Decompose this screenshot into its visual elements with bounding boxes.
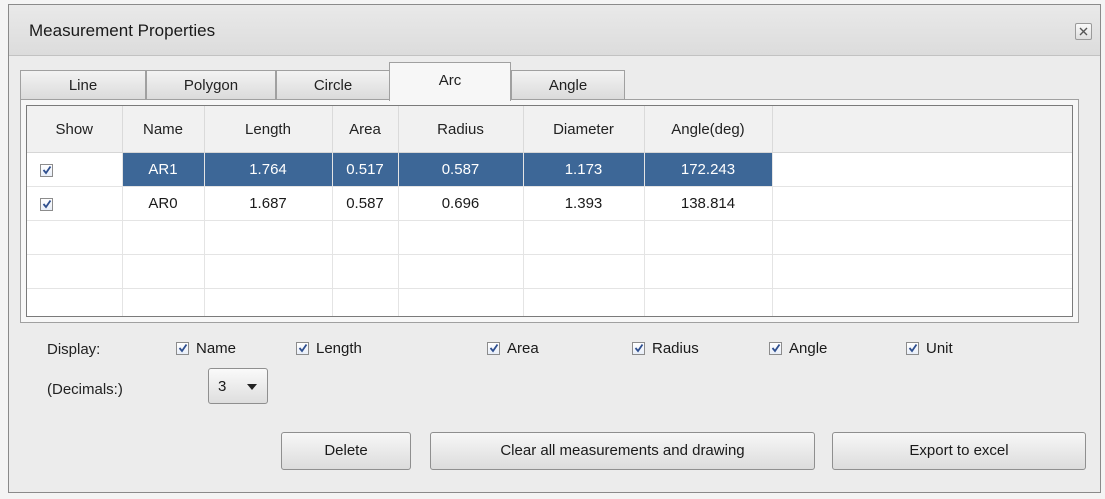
display-radius-checkbox[interactable] — [632, 342, 645, 355]
cell-radius: 0.696 — [398, 186, 524, 221]
empty-row — [27, 254, 1072, 289]
show-cell — [27, 152, 123, 187]
checkmark-icon — [908, 343, 918, 353]
cell-length: 1.687 — [204, 186, 333, 221]
tab-circle[interactable]: Circle — [276, 70, 390, 100]
delete-button[interactable]: Delete — [281, 432, 411, 470]
display-unit-option[interactable]: Unit — [906, 340, 953, 357]
cell-angle: 138.814 — [644, 186, 773, 221]
title-bar: Measurement Properties — [9, 5, 1100, 56]
cell-radius: 0.587 — [397, 152, 524, 187]
display-length-checkbox[interactable] — [296, 342, 309, 355]
table-header-row: Show Name Length Area Radius Diameter An… — [27, 106, 1072, 153]
display-area-label: Area — [507, 340, 539, 357]
decimals-label: (Decimals:) — [47, 381, 123, 398]
column-header-show[interactable]: Show — [27, 106, 123, 153]
tab-line[interactable]: Line — [20, 70, 146, 100]
cell-diameter: 1.393 — [523, 186, 645, 221]
tab-angle[interactable]: Angle — [511, 70, 625, 100]
empty-row — [27, 220, 1072, 255]
close-button[interactable] — [1075, 23, 1092, 40]
cell-angle: 172.243 — [643, 152, 773, 187]
column-header-angle[interactable]: Angle(deg) — [644, 106, 773, 153]
column-header-name[interactable]: Name — [122, 106, 205, 153]
table-row[interactable]: AR0 1.687 0.587 0.696 1.393 138.814 — [27, 186, 1072, 221]
checkmark-icon — [42, 199, 52, 209]
display-name-option[interactable]: Name — [176, 340, 236, 357]
close-icon — [1079, 27, 1088, 36]
display-name-checkbox[interactable] — [176, 342, 189, 355]
export-to-excel-button[interactable]: Export to excel — [832, 432, 1086, 470]
cell-diameter: 1.173 — [522, 152, 645, 187]
tab-arc[interactable]: Arc — [389, 62, 511, 101]
display-length-option[interactable]: Length — [296, 340, 362, 357]
table-row[interactable]: AR1 1.764 0.517 0.587 1.173 172.243 — [27, 152, 1072, 187]
cell-area: 0.517 — [331, 152, 399, 187]
decimals-select[interactable]: 3 — [208, 368, 268, 404]
checkmark-icon — [298, 343, 308, 353]
cell-name: AR0 — [122, 186, 205, 221]
display-area-option[interactable]: Area — [487, 340, 539, 357]
display-unit-checkbox[interactable] — [906, 342, 919, 355]
tab-label: Arc — [438, 72, 462, 89]
column-header-diameter[interactable]: Diameter — [523, 106, 645, 153]
checkmark-icon — [771, 343, 781, 353]
display-length-label: Length — [316, 340, 362, 357]
checkmark-icon — [178, 343, 188, 353]
checkmark-icon — [489, 343, 499, 353]
chevron-down-icon — [247, 384, 257, 390]
display-angle-option[interactable]: Angle — [769, 340, 827, 357]
cell-length: 1.764 — [203, 152, 333, 187]
empty-row — [27, 288, 1072, 316]
show-cell — [27, 186, 123, 221]
column-header-length[interactable]: Length — [204, 106, 333, 153]
column-header-area[interactable]: Area — [332, 106, 399, 153]
cell-name: AR1 — [122, 152, 205, 187]
display-label: Display: — [47, 341, 101, 358]
arc-tab-panel: Show Name Length Area Radius Diameter An… — [20, 99, 1079, 323]
checkmark-icon — [634, 343, 644, 353]
display-area-checkbox[interactable] — [487, 342, 500, 355]
tab-polygon[interactable]: Polygon — [146, 70, 276, 100]
display-angle-label: Angle — [789, 340, 828, 357]
show-checkbox[interactable] — [40, 197, 53, 211]
display-radius-label: Radius — [652, 340, 699, 357]
cell-filler — [772, 186, 1072, 221]
display-angle-checkbox[interactable] — [769, 342, 782, 355]
measurements-table[interactable]: Show Name Length Area Radius Diameter An… — [26, 105, 1073, 317]
show-checkbox[interactable] — [40, 163, 53, 177]
cell-area: 0.587 — [332, 186, 399, 221]
tab-label: Polygon — [183, 77, 239, 94]
decimals-value: 3 — [218, 378, 227, 395]
column-header-filler — [772, 106, 1072, 153]
display-name-label: Name — [196, 340, 237, 357]
window-title: Measurement Properties — [29, 21, 216, 40]
checkmark-icon — [42, 165, 52, 175]
tab-label: Circle — [313, 77, 353, 94]
display-radius-option[interactable]: Radius — [632, 340, 699, 357]
tab-label: Angle — [548, 77, 588, 94]
clear-all-button[interactable]: Clear all measurements and drawing — [430, 432, 815, 470]
tab-label: Line — [68, 77, 98, 94]
column-header-radius[interactable]: Radius — [398, 106, 524, 153]
cell-filler — [772, 152, 1072, 187]
display-unit-label: Unit — [926, 340, 953, 357]
